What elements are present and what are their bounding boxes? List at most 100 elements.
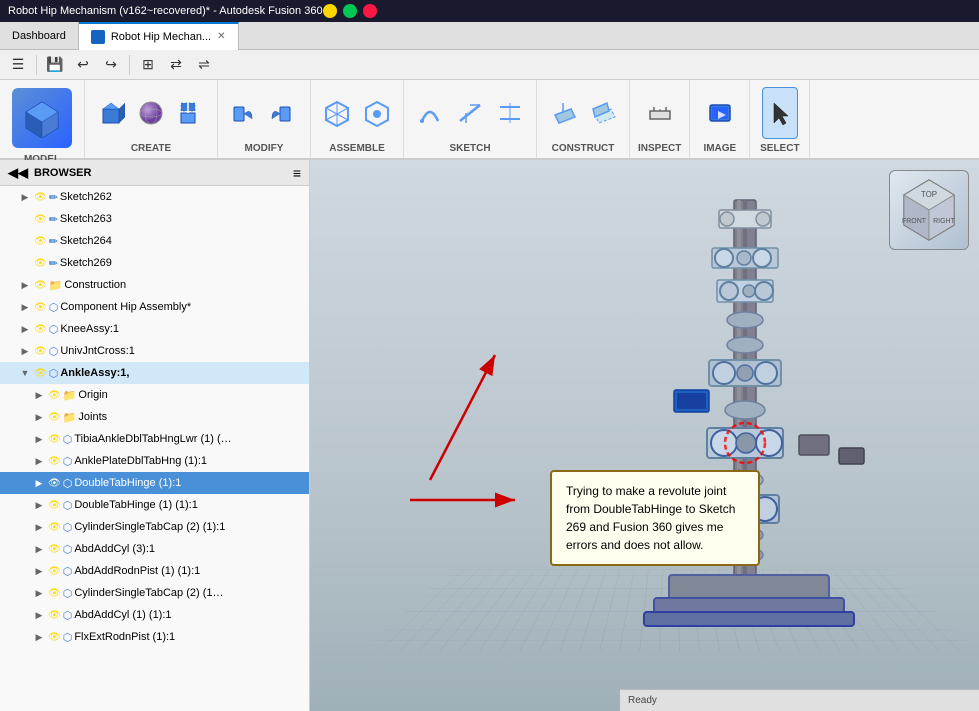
sketch-arc-button[interactable] <box>412 87 448 139</box>
eye-sketch262[interactable]: 👁 <box>34 192 47 203</box>
expand-flxext[interactable]: ▶ <box>32 630 46 644</box>
expand-sketch262[interactable]: ▶ <box>18 190 32 204</box>
tree-item-tibia[interactable]: ▶ 👁 ⬡ TibiaAnkleDblTabHngLwr (1) (… <box>0 428 309 450</box>
eye-sketch264[interactable]: 👁 <box>34 236 47 247</box>
expand-tibia[interactable]: ▶ <box>32 432 46 446</box>
eye-doubletabhinge2[interactable]: 👁 <box>48 500 61 511</box>
nav-cube[interactable]: TOP FRONT RIGHT <box>889 170 969 250</box>
construct-plane-button[interactable] <box>545 87 581 139</box>
assemble-2-button[interactable] <box>359 87 395 139</box>
expand-kneeassy[interactable]: ▶ <box>18 322 32 336</box>
tree-item-origin[interactable]: ▶ 👁 📁 Origin <box>0 384 309 406</box>
browser-options-button[interactable]: ≡ <box>293 165 301 181</box>
tree-item-hip-assembly[interactable]: ▶ 👁 ⬡ Component Hip Assembly* <box>0 296 309 318</box>
eye-ankleassy[interactable]: 👁 <box>34 368 47 379</box>
tree-item-ankleassy[interactable]: ▼ 👁 ⬡ AnkleAssy:1, <box>0 362 309 384</box>
tree-item-doubletabhinge[interactable]: ▶ 👁 ⬡ DoubleTabHinge (1):1 <box>0 472 309 494</box>
expand-sketch263[interactable] <box>18 212 32 226</box>
ribbon-image-section: IMAGE <box>690 80 750 158</box>
grid-button[interactable]: ⊞ <box>136 53 160 77</box>
tree-item-doubletabhinge2[interactable]: ▶ 👁 ⬡ DoubleTabHinge (1) (1):1 <box>0 494 309 516</box>
eye-cylinder2[interactable]: 👁 <box>48 588 61 599</box>
assemble-1-button[interactable] <box>319 87 355 139</box>
expand-sketch264[interactable] <box>18 234 32 248</box>
eye-construction[interactable]: 👁 <box>34 280 47 291</box>
create-extrude-button[interactable] <box>173 87 209 139</box>
expand-origin[interactable]: ▶ <box>32 388 46 402</box>
sketch-line-button[interactable] <box>452 87 488 139</box>
tree-item-kneeassy[interactable]: ▶ 👁 ⬡ KneeAssy:1 <box>0 318 309 340</box>
model-cube-button[interactable] <box>12 88 72 148</box>
eye-abdaddcyl2[interactable]: 👁 <box>48 610 61 621</box>
expand-hip-assembly[interactable]: ▶ <box>18 300 32 314</box>
expand-cylinder2[interactable]: ▶ <box>32 586 46 600</box>
save-button[interactable]: 💾 <box>43 53 67 77</box>
browser-collapse-button[interactable]: ◀◀ <box>8 165 28 181</box>
modify-2-button[interactable] <box>266 87 302 139</box>
minimize-button[interactable] <box>323 4 337 18</box>
expand-construction[interactable]: ▶ <box>18 278 32 292</box>
expand-ankleassy[interactable]: ▼ <box>18 366 32 380</box>
expand-sketch269[interactable] <box>18 256 32 270</box>
tree-item-univjnt[interactable]: ▶ 👁 ⬡ UnivJntCross:1 <box>0 340 309 362</box>
select-button[interactable] <box>762 87 798 139</box>
viewport[interactable]: Trying to make a revolute joint from Dou… <box>310 160 979 711</box>
eye-kneeassy[interactable]: 👁 <box>34 324 47 335</box>
modify-1-button[interactable] <box>226 87 262 139</box>
tree-item-abdaddcyl2[interactable]: ▶ 👁 ⬡ AbdAddCyl (1) (1):1 <box>0 604 309 626</box>
create-sphere-button[interactable] <box>133 87 169 139</box>
inspect-measure-button[interactable] <box>642 87 678 139</box>
tree-item-sketch269[interactable]: 👁 ✏ Sketch269 <box>0 252 309 274</box>
expand-cylinder1[interactable]: ▶ <box>32 520 46 534</box>
tree-item-abdaddrodn[interactable]: ▶ 👁 ⬡ AbdAddRodnPist (1) (1):1 <box>0 560 309 582</box>
eye-univjnt[interactable]: 👁 <box>34 346 47 357</box>
ribbon-sketch-section: SKETCH <box>404 80 537 158</box>
eye-ankleplate[interactable]: 👁 <box>48 456 61 467</box>
sync-button[interactable]: ⇄ <box>164 53 188 77</box>
eye-abdaddcyl[interactable]: 👁 <box>48 544 61 555</box>
tree-item-flxext[interactable]: ▶ 👁 ⬡ FlxExtRodnPist (1):1 <box>0 626 309 648</box>
tab-dashboard[interactable]: Dashboard <box>0 22 79 50</box>
menu-button[interactable]: ☰ <box>6 53 30 77</box>
tree-item-sketch263[interactable]: 👁 ✏ Sketch263 <box>0 208 309 230</box>
tree-item-abdaddcyl[interactable]: ▶ 👁 ⬡ AbdAddCyl (3):1 <box>0 538 309 560</box>
tree-item-joints[interactable]: ▶ 👁 📁 Joints <box>0 406 309 428</box>
tree-item-ankleplate[interactable]: ▶ 👁 ⬡ AnklePlateDblTabHng (1):1 <box>0 450 309 472</box>
expand-doubletabhinge[interactable]: ▶ <box>32 476 46 490</box>
eye-joints[interactable]: 👁 <box>48 412 61 423</box>
eye-doubletabhinge[interactable]: 👁 <box>48 478 61 489</box>
expand-abdaddcyl[interactable]: ▶ <box>32 542 46 556</box>
expand-abdaddrodn[interactable]: ▶ <box>32 564 46 578</box>
eye-origin[interactable]: 👁 <box>48 390 61 401</box>
eye-cylinder1[interactable]: 👁 <box>48 522 61 533</box>
undo-button[interactable]: ↩ <box>71 53 95 77</box>
sketch-constraint-button[interactable] <box>492 87 528 139</box>
share-button[interactable]: ⇌ <box>192 53 216 77</box>
create-box-button[interactable] <box>93 87 129 139</box>
tree-item-cylinder2[interactable]: ▶ 👁 ⬡ CylinderSingleTabCap (2) (1… <box>0 582 309 604</box>
redo-button[interactable]: ↪ <box>99 53 123 77</box>
eye-flxext[interactable]: 👁 <box>48 632 61 643</box>
maximize-button[interactable] <box>343 4 357 18</box>
eye-tibia[interactable]: 👁 <box>48 434 61 445</box>
expand-univjnt[interactable]: ▶ <box>18 344 32 358</box>
close-button[interactable] <box>363 4 377 18</box>
ribbon-construct-section: CONSTRUCT <box>537 80 630 158</box>
tab-close-button[interactable]: ✕ <box>217 31 225 42</box>
tree-item-cylinder1[interactable]: ▶ 👁 ⬡ CylinderSingleTabCap (2) (1):1 <box>0 516 309 538</box>
image-render-button[interactable] <box>702 87 738 139</box>
expand-ankleplate[interactable]: ▶ <box>32 454 46 468</box>
expand-joints[interactable]: ▶ <box>32 410 46 424</box>
tree-item-sketch262[interactable]: ▶ 👁 ✏ Sketch262 <box>0 186 309 208</box>
eye-abdaddrodn[interactable]: 👁 <box>48 566 61 577</box>
eye-hip-assembly[interactable]: 👁 <box>34 302 47 313</box>
construct-axis-button[interactable] <box>585 87 621 139</box>
tree-item-construction[interactable]: ▶ 👁 📁 Construction <box>0 274 309 296</box>
tree-item-sketch264[interactable]: 👁 ✏ Sketch264 <box>0 230 309 252</box>
tab-robot-hip[interactable]: Robot Hip Mechan... ✕ <box>79 22 239 50</box>
expand-abdaddcyl2[interactable]: ▶ <box>32 608 46 622</box>
eye-sketch263[interactable]: 👁 <box>34 214 47 225</box>
expand-doubletabhinge2[interactable]: ▶ <box>32 498 46 512</box>
label-kneeassy: KneeAssy:1 <box>60 323 119 335</box>
eye-sketch269[interactable]: 👁 <box>34 258 47 269</box>
